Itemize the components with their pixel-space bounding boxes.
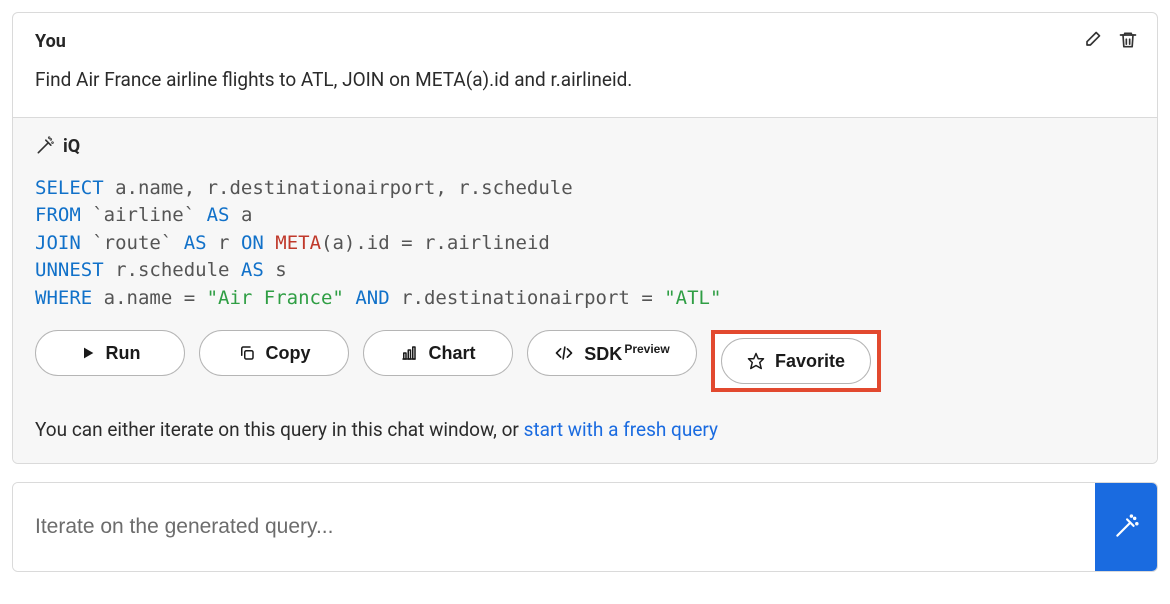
user-message-actions bbox=[1081, 29, 1139, 51]
copy-label: Copy bbox=[266, 343, 311, 364]
sdk-button[interactable]: SDKPreview bbox=[527, 330, 697, 376]
footer-prefix: You can either iterate on this query in … bbox=[35, 418, 524, 441]
edit-icon[interactable] bbox=[1081, 29, 1103, 51]
copy-button[interactable]: Copy bbox=[199, 330, 349, 376]
iq-response-block: iQ SELECT a.name, r.destinationairport, … bbox=[13, 118, 1157, 464]
wand-sparkle-icon bbox=[35, 136, 55, 156]
play-icon bbox=[80, 345, 96, 361]
trash-icon[interactable] bbox=[1117, 29, 1139, 51]
chart-button[interactable]: Chart bbox=[363, 330, 513, 376]
favorite-button[interactable]: Favorite bbox=[721, 338, 871, 384]
chart-icon bbox=[400, 344, 418, 362]
run-button[interactable]: Run bbox=[35, 330, 185, 376]
sql-code-block: SELECT a.name, r.destinationairport, r.s… bbox=[35, 175, 1135, 313]
chart-label: Chart bbox=[428, 343, 475, 364]
iq-header: iQ bbox=[35, 136, 1135, 157]
user-prompt: Find Air France airline flights to ATL, … bbox=[35, 66, 1135, 95]
star-icon bbox=[747, 352, 765, 370]
user-header: You bbox=[35, 31, 1135, 52]
user-label: You bbox=[35, 31, 66, 52]
iterate-input-card bbox=[12, 482, 1158, 572]
chat-card: You Find Air France airline flights to A… bbox=[12, 12, 1158, 464]
action-button-row: Run Copy Chart SDKPreview bbox=[35, 330, 1135, 392]
iq-footer-text: You can either iterate on this query in … bbox=[35, 418, 1135, 441]
submit-button[interactable] bbox=[1095, 483, 1157, 571]
user-message-block: You Find Air France airline flights to A… bbox=[13, 13, 1157, 118]
copy-icon bbox=[238, 344, 256, 362]
run-label: Run bbox=[106, 343, 141, 364]
favorite-highlight: Favorite bbox=[711, 330, 881, 392]
favorite-label: Favorite bbox=[775, 351, 845, 372]
fresh-query-link[interactable]: start with a fresh query bbox=[524, 418, 718, 441]
sdk-label: SDKPreview bbox=[584, 342, 669, 365]
iq-label: iQ bbox=[63, 136, 80, 157]
code-icon bbox=[554, 343, 574, 363]
iterate-input[interactable] bbox=[13, 483, 1095, 571]
wand-icon bbox=[1113, 514, 1139, 540]
